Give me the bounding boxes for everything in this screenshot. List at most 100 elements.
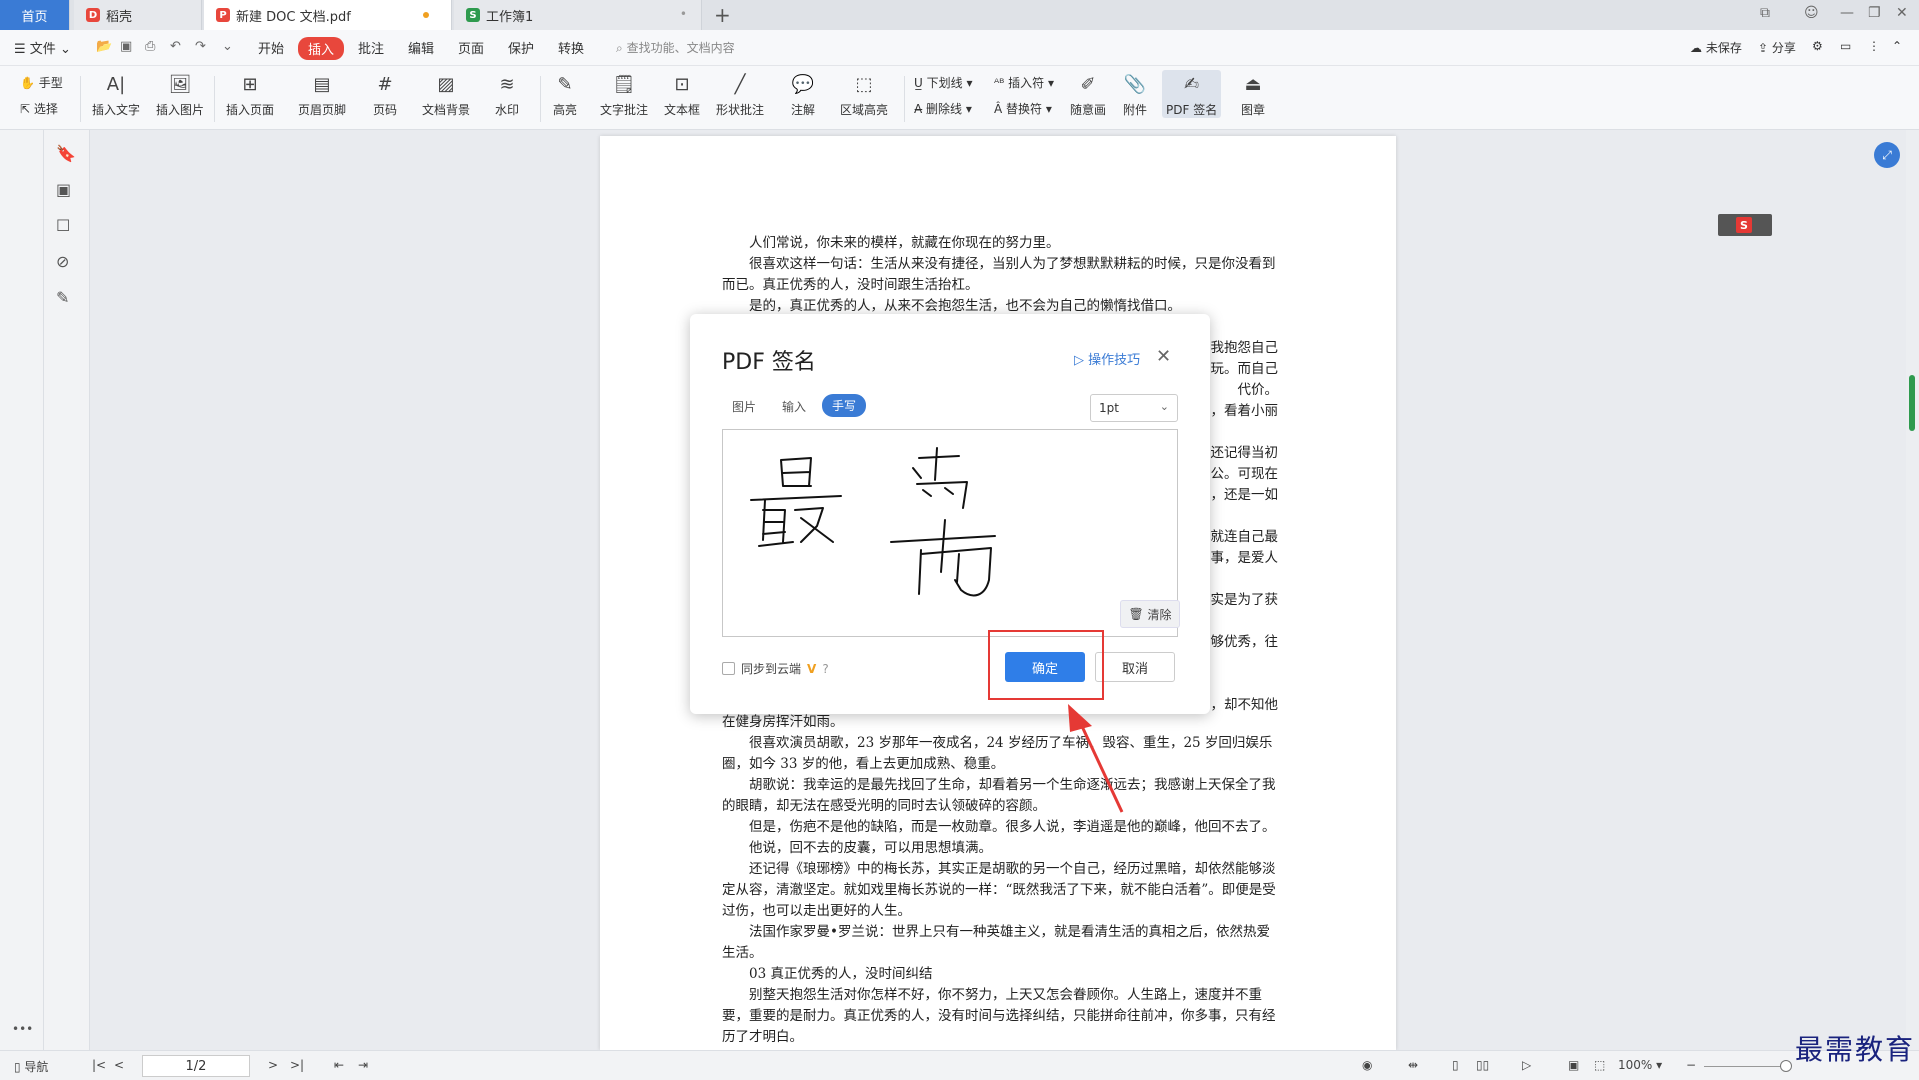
tab-input[interactable]: 输入 <box>782 398 806 415</box>
textbox-button[interactable]: ⊡ 文本框 <box>664 70 700 118</box>
shape-comment-button[interactable]: ╱ 形状批注 <box>716 70 764 118</box>
vertical-scrollbar[interactable] <box>1906 130 1919 1050</box>
last-page-icon[interactable]: >| <box>290 1058 304 1072</box>
attachment-button[interactable]: 📎 附件 <box>1122 70 1148 118</box>
zoom-slider[interactable] <box>1704 1066 1790 1067</box>
double-page-icon[interactable]: ▯▯ <box>1476 1058 1489 1072</box>
close-icon[interactable]: ✕ <box>1156 346 1171 367</box>
menu-protect[interactable]: 保护 <box>508 38 534 57</box>
text-comment-button[interactable]: 🗒 文字批注 <box>600 70 648 118</box>
cancel-button[interactable]: 取消 <box>1095 652 1175 682</box>
comment-icon[interactable]: ☐ <box>56 216 70 235</box>
menu-convert[interactable]: 转换 <box>558 38 584 57</box>
watermark-button[interactable]: ≋ 水印 <box>494 70 520 118</box>
avatar[interactable]: ☺ <box>1804 5 1819 21</box>
tips-link[interactable]: ▷ 操作技巧 <box>1074 349 1140 368</box>
underline-button[interactable]: U̲ 下划线 ▾ <box>914 74 972 91</box>
menu-page[interactable]: 页面 <box>458 38 484 57</box>
close-window-icon[interactable]: ✕ <box>1896 5 1908 21</box>
fit-page-icon[interactable]: ⬚ <box>1594 1058 1605 1072</box>
red-arrow-annotation <box>1068 704 1124 813</box>
add-tab-icon[interactable]: + <box>714 3 731 27</box>
collapse-ribbon-icon[interactable]: ⌃ <box>1892 39 1902 53</box>
share-button[interactable]: ⇪ 分享 <box>1758 39 1796 56</box>
hand-tool[interactable]: ✋ 手型 <box>20 74 63 91</box>
annotation-button[interactable]: 💬 注解 <box>790 70 816 118</box>
search-input[interactable]: ⌕ 查找功能、文档内容 <box>616 39 735 56</box>
stamp-button[interactable]: ⏏ 图章 <box>1240 70 1266 118</box>
settings-icon[interactable]: ⚙ <box>1812 39 1823 53</box>
next-page-icon[interactable]: > <box>268 1058 278 1072</box>
nav-toggle[interactable]: ▯ 导航 <box>14 1058 48 1075</box>
insert-image-button[interactable]: 🖼 插入图片 <box>156 70 204 118</box>
eye-protect-icon[interactable]: ◉ <box>1362 1058 1372 1072</box>
single-page-icon[interactable]: ▯ <box>1452 1058 1459 1072</box>
header-footer-button[interactable]: ▤ 页眉页脚 <box>298 70 346 118</box>
unsaved-button[interactable]: ☁ 未保存 <box>1690 39 1742 56</box>
forward-icon[interactable]: ⇥ <box>358 1058 368 1072</box>
insert-char-button[interactable]: ᴬᴮ 插入符 ▾ <box>994 74 1054 91</box>
minimize-icon[interactable]: — <box>1840 5 1854 21</box>
bookmark-icon[interactable]: 🔖 <box>56 144 76 163</box>
window-switch-icon[interactable]: ⧉ <box>1760 5 1770 21</box>
zoom-slider-knob[interactable] <box>1780 1060 1792 1072</box>
underline-label: 下划线 <box>926 76 963 90</box>
menu-insert[interactable]: 插入 <box>298 37 345 60</box>
quick-access-dropdown-icon[interactable]: ⌄ <box>222 39 233 54</box>
zoom-out-icon[interactable]: − <box>1686 1058 1696 1072</box>
strikethrough-button[interactable]: A̶ 删除线 ▾ <box>914 100 972 117</box>
open-icon[interactable]: 📂 <box>96 39 112 54</box>
attachment-panel-icon[interactable]: ⊘ <box>56 252 69 271</box>
more-options-icon[interactable]: ••• <box>12 1022 33 1036</box>
tab-docer[interactable]: D 稻壳 <box>74 0 202 30</box>
text-icon: A| <box>106 73 126 95</box>
actual-size-icon[interactable]: ▣ <box>1568 1058 1579 1072</box>
fit-icon[interactable]: ⇹ <box>1408 1058 1418 1072</box>
page-indicator[interactable]: 1/2 <box>142 1055 250 1077</box>
checkbox[interactable] <box>722 662 735 675</box>
back-icon[interactable]: ⇤ <box>334 1058 344 1072</box>
tab-workbook[interactable]: S 工作簿1 • <box>454 0 702 30</box>
select-tool[interactable]: ⇱ 选择 <box>20 100 58 117</box>
clear-button[interactable]: 🗑 清除 <box>1120 600 1180 628</box>
sync-cloud-checkbox[interactable]: 同步到云端 V ? <box>722 660 829 677</box>
select-tool-label: 选择 <box>33 102 58 116</box>
first-page-icon[interactable]: |< <box>92 1058 106 1072</box>
menu-edit[interactable]: 编辑 <box>408 38 434 57</box>
scroll-thumb[interactable] <box>1909 375 1915 431</box>
print-icon[interactable]: ⎙ <box>145 39 155 54</box>
thumbnail-icon[interactable]: ▣ <box>56 180 71 199</box>
tab-home[interactable]: 首页 <box>0 0 70 30</box>
close-tab-icon[interactable]: • <box>680 7 687 21</box>
menu-start[interactable]: 开始 <box>258 38 284 57</box>
undo-icon[interactable]: ↶ <box>170 39 181 54</box>
float-action-icon[interactable]: ⤢ <box>1874 142 1900 168</box>
highlight-button[interactable]: ✎ 高亮 <box>552 70 578 118</box>
redo-icon[interactable]: ↷ <box>195 39 206 54</box>
restore-icon[interactable]: ❐ <box>1868 5 1881 21</box>
feedback-icon[interactable]: ▭ <box>1840 39 1851 53</box>
pdf-sign-button[interactable]: ✍ PDF 签名 <box>1162 70 1222 118</box>
insert-page-button[interactable]: ⊞ 插入页面 <box>226 70 274 118</box>
pen-size-select[interactable]: 1pt ⌄ <box>1090 394 1178 422</box>
tab-handwrite[interactable]: 手写 <box>822 394 867 417</box>
zoom-select[interactable]: 100% ▾ <box>1618 1058 1662 1072</box>
freehand-button[interactable]: ✐ 随意画 <box>1070 70 1106 118</box>
doc-background-button[interactable]: ▨ 文档背景 <box>422 70 470 118</box>
replace-char-button[interactable]: Â 替换符 ▾ <box>994 100 1052 117</box>
save-icon[interactable]: ▣ <box>120 39 132 54</box>
play-icon[interactable]: ▷ <box>1522 1058 1531 1072</box>
area-highlight-button[interactable]: ⬚ 区域高亮 <box>840 70 888 118</box>
tab-image[interactable]: 图片 <box>732 398 756 415</box>
ime-toolbar[interactable]: S <box>1718 214 1772 236</box>
signature-canvas[interactable]: 🗑 清除 <box>722 429 1180 637</box>
signature-panel-icon[interactable]: ✎ <box>56 288 69 307</box>
insert-text-button[interactable]: A| 插入文字 <box>92 70 140 118</box>
page-number-button[interactable]: # 页码 <box>372 70 398 118</box>
help-icon[interactable]: ? <box>822 662 828 676</box>
file-menu[interactable]: ☰ 文件 ⌄ <box>14 38 71 57</box>
more-icon[interactable]: ⋮ <box>1868 39 1880 53</box>
tab-pdf-document[interactable]: P 新建 DOC 文档.pdf <box>204 0 452 30</box>
prev-page-icon[interactable]: < <box>114 1058 124 1072</box>
menu-comment[interactable]: 批注 <box>358 38 384 57</box>
